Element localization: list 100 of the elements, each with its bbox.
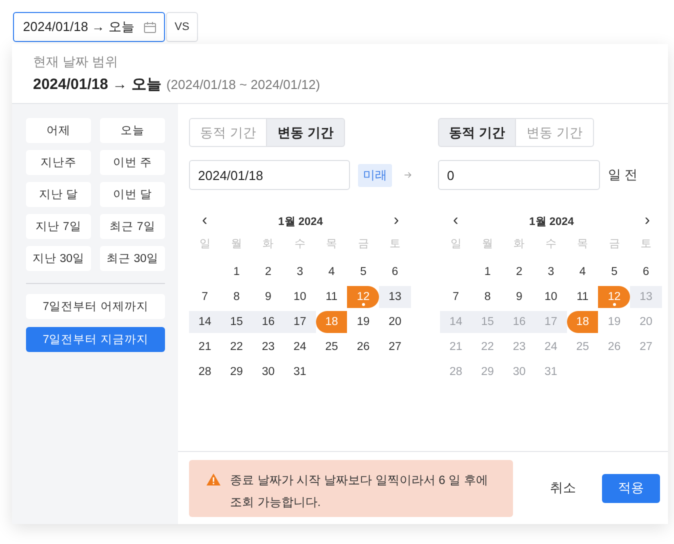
calendar-icon	[144, 22, 156, 32]
weekday-label: 일	[449, 237, 462, 252]
calendar-day[interactable]: 9	[503, 286, 536, 308]
cancel-button[interactable]: 취소	[538, 474, 588, 502]
calendar-day[interactable]: 5	[598, 261, 630, 283]
preset-button[interactable]: 지난 달	[26, 182, 91, 207]
preset-button[interactable]: 7일전부터 지금까지	[26, 327, 165, 352]
calendar-day[interactable]: 3	[535, 261, 567, 283]
calendar-day[interactable]: 5	[347, 261, 380, 283]
preset-button[interactable]: 최근 30일	[100, 246, 165, 271]
calendar-day[interactable]: 25	[316, 336, 348, 358]
weekday-label: 수	[293, 237, 306, 252]
calendar-day[interactable]: 30	[252, 361, 284, 383]
date-range-field[interactable]: 2024/01/18 → 오늘	[13, 12, 165, 42]
calendar-day[interactable]: 4	[566, 261, 598, 283]
calendar-day[interactable]: 8	[472, 286, 504, 308]
calendar-day[interactable]: 26	[347, 336, 380, 358]
calendar-day[interactable]: 31	[284, 361, 316, 383]
calendar-day[interactable]: 6	[379, 261, 411, 283]
weekday-label: 수	[544, 237, 558, 252]
next-month-button[interactable]: ›	[392, 213, 401, 229]
calendar-day[interactable]: 1	[472, 261, 504, 283]
calendar-day[interactable]: 17	[284, 311, 316, 333]
unit-label: 일 전	[608, 166, 638, 184]
calendar-day: 16	[503, 311, 536, 333]
calendar-day[interactable]: 24	[284, 336, 316, 358]
weekday-label: 금	[608, 237, 621, 252]
preset-button[interactable]: 이번 달	[100, 182, 165, 207]
calendar-day[interactable]: 3	[284, 261, 316, 283]
calendar-day[interactable]: 11	[566, 286, 598, 308]
preset-button[interactable]: 최근 7일	[100, 214, 165, 239]
calendar-day: 25	[566, 336, 598, 358]
calendar-day[interactable]: 15	[220, 311, 252, 333]
calendar-day[interactable]: 7	[189, 286, 221, 308]
calendar-day: 14	[440, 311, 472, 333]
calendar-day: 20	[630, 311, 662, 333]
month-title: 1월 2024	[278, 214, 323, 228]
calendar-day[interactable]: 16	[252, 311, 284, 333]
start-date-input[interactable]: 2024/01/18	[189, 160, 350, 190]
preset-button[interactable]: 7일전부터 어제까지	[26, 294, 165, 319]
calendar-day: 31	[535, 361, 567, 383]
calendar-day[interactable]: 21	[189, 336, 221, 358]
weekday-label: 목	[325, 237, 338, 252]
weekday-label: 월	[481, 237, 494, 252]
next-month-button[interactable]: ›	[642, 213, 652, 229]
preset-button[interactable]: 지난 7일	[26, 214, 91, 239]
weekday-label: 토	[388, 237, 402, 252]
calendar-day[interactable]: 27	[379, 336, 411, 358]
calendar-day: 13	[630, 286, 662, 308]
calendar-day: 24	[535, 336, 567, 358]
period-tab[interactable]: 동적 기간	[438, 118, 516, 147]
calendar-day: 23	[503, 336, 536, 358]
previous-month-button[interactable]: ‹	[451, 213, 460, 229]
calendar-day: 29	[472, 361, 504, 383]
calendar-day[interactable]: 29	[220, 361, 252, 383]
preset-button[interactable]: 어제	[26, 118, 91, 143]
calendar-day[interactable]: 1	[220, 261, 252, 283]
preset-button[interactable]: 오늘	[100, 118, 165, 143]
weekday-label: 목	[576, 237, 590, 252]
calendar-day[interactable]: 19	[347, 311, 380, 333]
calendar-day[interactable]: 8	[220, 286, 252, 308]
calendar-day[interactable]: 7	[440, 286, 472, 308]
period-tab[interactable]: 변동 기간	[267, 118, 345, 147]
calendar-day[interactable]: 20	[379, 311, 411, 333]
calendar-day: 17	[535, 311, 567, 333]
days-ago-input[interactable]: 0	[438, 160, 600, 190]
weekday-label: 일	[198, 237, 212, 252]
calendar-day: 22	[472, 336, 504, 358]
calendar-day[interactable]: 10	[284, 286, 316, 308]
calendar-day: 30	[503, 361, 536, 383]
compare-button[interactable]: VS	[166, 12, 198, 42]
future-tag: 미래	[358, 164, 392, 186]
weekday-label: 월	[230, 237, 244, 252]
warning-text: 종료 날짜가 시작 날짜보다 일찍이라서 6 일 후에 조회 가능합니다.	[230, 472, 490, 510]
calendar-day[interactable]: 10	[535, 286, 567, 308]
preset-button[interactable]: 이번 주	[100, 150, 165, 175]
calendar-day[interactable]: 23	[252, 336, 284, 358]
range-caption: 현재 날짜 범위	[33, 53, 120, 71]
calendar-day[interactable]: 13	[379, 286, 411, 308]
calendar-day[interactable]: 2	[503, 261, 536, 283]
calendar-day: 28	[440, 361, 472, 383]
preset-button[interactable]: 지난주	[26, 150, 91, 175]
previous-month-button[interactable]: ‹	[200, 213, 210, 229]
calendar-day[interactable]: 11	[316, 286, 348, 308]
calendar-day[interactable]: 4	[316, 261, 348, 283]
range-detail: (2024/01/18 ~ 2024/01/12)	[166, 77, 320, 92]
warning-icon	[206, 472, 221, 486]
apply-button[interactable]: 적용	[602, 474, 660, 502]
calendar-day[interactable]: 2	[252, 261, 284, 283]
preset-button[interactable]: 지난 30일	[26, 246, 91, 271]
calendar-day[interactable]: 22	[220, 336, 252, 358]
calendar-day: 27	[630, 336, 662, 358]
calendar-day[interactable]: 9	[252, 286, 284, 308]
calendar-day[interactable]: 14	[189, 311, 221, 333]
calendar-day: 21	[440, 336, 472, 358]
calendar-day[interactable]: 6	[630, 261, 662, 283]
calendar-day[interactable]: 28	[189, 361, 221, 383]
calendar-day: 26	[598, 336, 630, 358]
weekday-label: 금	[356, 237, 370, 252]
current-range: 2024/01/18 → 오늘	[33, 75, 162, 94]
